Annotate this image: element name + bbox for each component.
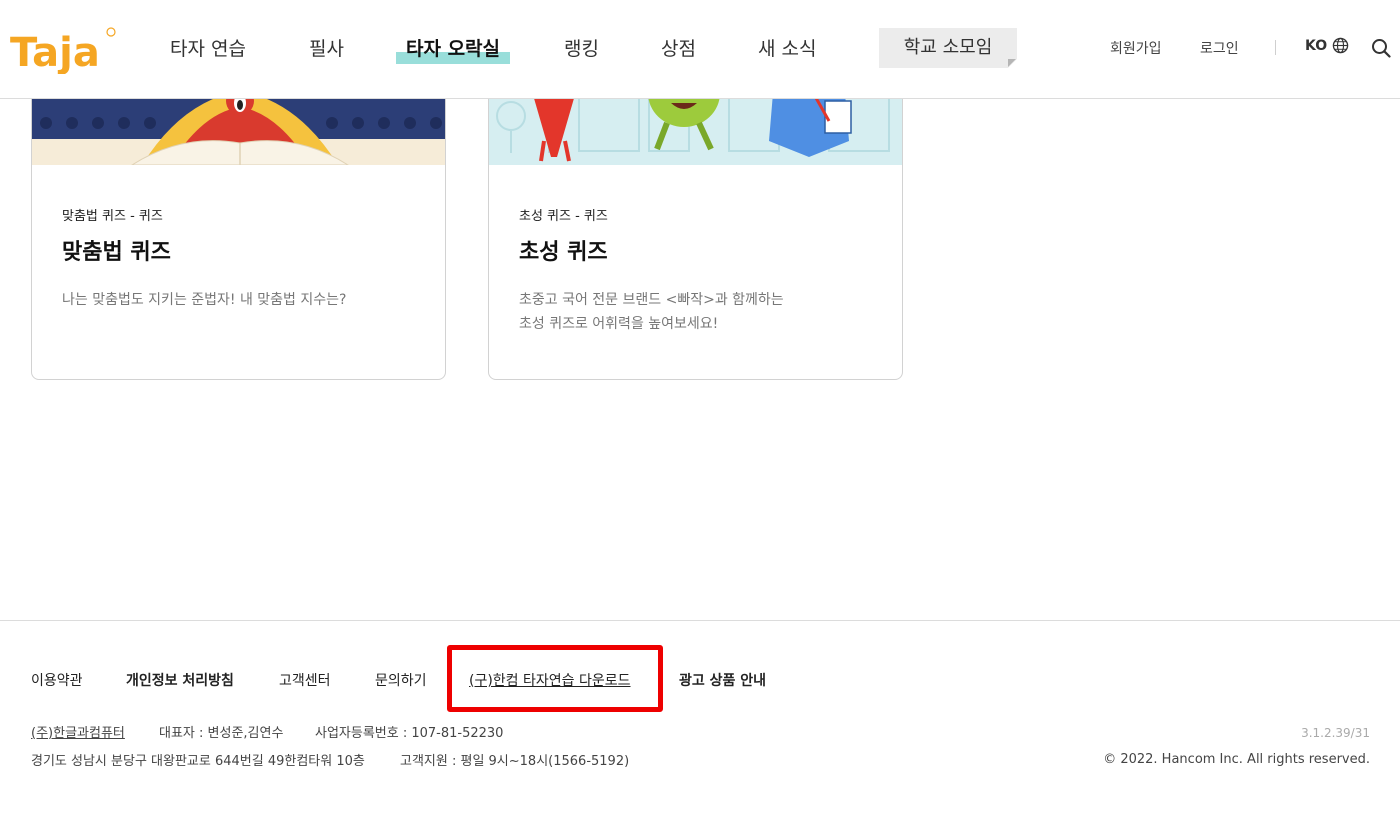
logo-text: Taja: [10, 30, 100, 74]
footer-link-ads[interactable]: 광고 상품 안내: [679, 670, 766, 690]
search-icon[interactable]: [1371, 38, 1391, 58]
footer-link-privacy[interactable]: 개인정보 처리방침: [126, 670, 234, 690]
header-divider: [1275, 40, 1276, 55]
signup-link[interactable]: 회원가입: [1110, 38, 1162, 58]
nav-ranking[interactable]: 랭킹: [564, 34, 599, 61]
card-body: 맞춤법 퀴즈 - 퀴즈 맞춤법 퀴즈 나는 맞춤법도 지키는 준법자! 내 맞춤…: [62, 205, 425, 312]
business-number: 사업자등록번호 : 107-81-52230: [315, 726, 504, 741]
nav-arcade-label: 타자 오락실: [406, 38, 501, 60]
card-description: 초중고 국어 전문 브랜드 <빠작>과 함께하는 초성 퀴즈로 어휘력을 높여보…: [519, 292, 784, 332]
login-link[interactable]: 로그인: [1200, 38, 1239, 58]
card-title: 초성 퀴즈: [519, 240, 608, 265]
highlight-annotation-box: [447, 645, 663, 712]
logo-mark: Taja: [10, 27, 116, 76]
nav-shop[interactable]: 상점: [661, 34, 696, 61]
company-name-link[interactable]: (주)한글과컴퓨터: [31, 722, 125, 741]
company-address: 경기도 성남시 분당구 대왕판교로 644번길 49한컴타워 10층: [31, 754, 365, 769]
nav-transcription[interactable]: 필사: [309, 34, 344, 61]
card-category: 초성 퀴즈 - 퀴즈: [519, 209, 608, 224]
footer-link-terms[interactable]: 이용약관: [31, 670, 83, 690]
nav-school-label: 학교 소모임: [903, 37, 993, 58]
card-body: 초성 퀴즈 - 퀴즈 초성 퀴즈 초중고 국어 전문 브랜드 <빠작>과 함께하…: [519, 205, 882, 336]
quiz-card-initial-consonant[interactable]: 초성 퀴즈 - 퀴즈 초성 퀴즈 초중고 국어 전문 브랜드 <빠작>과 함께하…: [488, 60, 903, 380]
card-description: 나는 맞춤법도 지키는 준법자! 내 맞춤법 지수는?: [62, 292, 347, 308]
support-hours: 고객지원 : 평일 9시~18시(1566-5192): [400, 754, 630, 769]
card-category: 맞춤법 퀴즈 - 퀴즈: [62, 209, 163, 224]
copyright-text: © 2022. Hancom Inc. All rights reserved.: [1103, 752, 1370, 767]
taja-logo[interactable]: Taja: [10, 22, 118, 76]
globe-icon: [1332, 37, 1349, 54]
footer-link-inquiry[interactable]: 문의하기: [375, 670, 427, 690]
quiz-card-spelling[interactable]: 맞춤법 퀴즈 - 퀴즈 맞춤법 퀴즈 나는 맞춤법도 지키는 준법자! 내 맞춤…: [31, 60, 446, 380]
card-title: 맞춤법 퀴즈: [62, 240, 171, 265]
footer-link-support[interactable]: 고객센터: [279, 670, 331, 690]
nav-arcade[interactable]: 타자 오락실: [396, 34, 511, 64]
site-header: Taja 타자 연습 필사 타자 오락실 랭킹 상점 새 소식 학교 소모임 회…: [0, 0, 1400, 99]
language-code: KO: [1305, 37, 1328, 54]
nav-typing-practice[interactable]: 타자 연습: [170, 34, 246, 61]
language-selector[interactable]: KO: [1305, 37, 1349, 54]
nav-school-group[interactable]: 학교 소모임: [879, 28, 1017, 68]
version-label: 3.1.2.39/31: [1301, 726, 1370, 740]
nav-news[interactable]: 새 소식: [758, 34, 816, 61]
ceo-info: 대표자 : 변성준,김연수: [159, 726, 284, 741]
site-footer: 이용약관 개인정보 처리방침 고객센터 문의하기 (구)한컴 타자연습 다운로드…: [0, 620, 1400, 815]
fold-shadow: [1008, 59, 1016, 67]
